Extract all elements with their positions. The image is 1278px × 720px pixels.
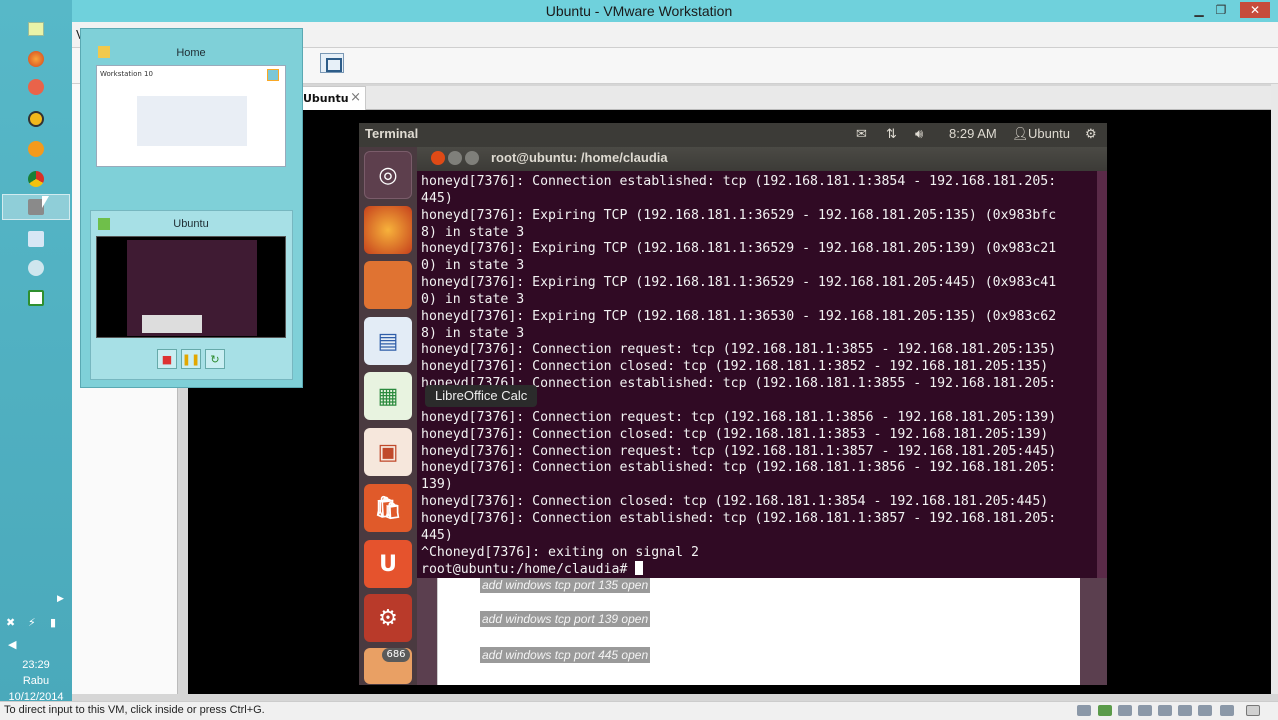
show-hidden-icons-icon[interactable]: ▶ — [57, 594, 64, 604]
panel-clock[interactable]: 8:29 AM — [949, 126, 997, 141]
terminal-maximize-icon[interactable] — [465, 151, 479, 165]
taskbar-app-8[interactable] — [2, 255, 70, 281]
firefox-icon[interactable] — [364, 206, 412, 254]
taskbar-firefox[interactable] — [2, 46, 70, 72]
app-icon — [28, 141, 44, 157]
start-icon[interactable] — [28, 22, 44, 36]
usb-icon[interactable] — [1158, 705, 1172, 716]
dash-home-icon[interactable]: ◎ — [364, 151, 412, 199]
thumb-doc — [142, 315, 202, 333]
chrome-icon — [28, 171, 44, 187]
terminal-log: honeyd[7376]: Connection established: tc… — [421, 174, 1057, 560]
tab-label: Ubuntu — [303, 92, 349, 105]
libreoffice-calc-icon[interactable]: ▦ — [364, 372, 412, 420]
taskbar-chrome[interactable] — [2, 166, 70, 192]
app-icon — [28, 111, 44, 127]
cdrom-icon[interactable] — [1098, 705, 1112, 716]
suspend-button[interactable]: ❚❚ — [181, 349, 201, 369]
clock-date: 10/12/2014 — [8, 691, 64, 703]
network-icon[interactable]: ⇅ — [886, 126, 897, 142]
volume-tray-icon[interactable]: ◀ — [8, 638, 20, 651]
power-tray-icon[interactable]: ⚡ — [28, 616, 40, 629]
system-settings-icon[interactable]: ⚙ — [364, 594, 412, 642]
tab-ubuntu[interactable]: Ubuntu × — [300, 86, 366, 110]
status-message: To direct input to this VM, click inside… — [4, 704, 265, 716]
document-icon — [28, 231, 44, 247]
taskbar-app-4[interactable] — [2, 136, 70, 162]
signal-tray-icon[interactable]: ▮ — [50, 616, 62, 629]
scrollbar[interactable] — [1271, 84, 1278, 694]
mouse-pointer-icon — [42, 196, 49, 208]
terminal-prompt: root@ubuntu:/home/claudia# — [421, 562, 636, 578]
terminal-cursor — [635, 561, 644, 576]
doc-line: add windows tcp port 135 open — [480, 577, 651, 593]
printer-icon[interactable] — [1198, 705, 1212, 716]
panel-user[interactable]: Ubuntu — [1028, 126, 1070, 141]
volume-icon[interactable]: 🔊︎ — [915, 126, 923, 142]
display-icon[interactable] — [1220, 705, 1234, 716]
power-off-button[interactable]: ■ — [157, 349, 177, 369]
taskbar-vmware[interactable] — [2, 194, 70, 220]
update-count-badge: 686 — [382, 648, 410, 662]
minimize-button[interactable]: ▁ — [1188, 2, 1210, 18]
thumb-home-preview[interactable]: Workstation 10 — [96, 65, 286, 167]
user-icon[interactable]: 👤︎ — [1012, 126, 1029, 142]
network-tray-icon[interactable]: ✖ — [6, 616, 18, 629]
active-app-title: Terminal — [365, 126, 419, 141]
terminal-title: root@ubuntu: /home/claudia — [491, 150, 668, 165]
doc-line: add windows tcp port 139 open — [480, 611, 651, 627]
taskbar-app-7[interactable] — [2, 226, 70, 252]
hdd-icon[interactable] — [1077, 705, 1091, 716]
tab-close-icon[interactable]: × — [350, 90, 361, 105]
tab-bar — [300, 86, 1278, 110]
terminal-close-icon[interactable] — [431, 151, 445, 165]
taskbar-app-9[interactable] — [2, 285, 70, 311]
taskbar-clock[interactable]: 23:29 Rabu 10/12/2014 — [0, 657, 72, 705]
maximize-button[interactable]: ❐ — [1210, 2, 1232, 18]
camtasia-icon — [28, 290, 44, 306]
network-icon[interactable] — [1138, 705, 1152, 716]
terminal-minimize-icon[interactable] — [448, 151, 462, 165]
sound-icon[interactable] — [1178, 705, 1192, 716]
vmware-logo-icon — [267, 69, 279, 81]
restart-button[interactable]: ↻ — [205, 349, 225, 369]
taskbar-app-3[interactable] — [2, 106, 70, 132]
software-center-icon[interactable]: 🛍︎ — [364, 484, 412, 532]
app-icon — [28, 79, 44, 95]
close-button[interactable]: ✕ — [1240, 2, 1270, 18]
doc-line: add windows tcp port 445 open — [480, 647, 651, 663]
full-screen-button[interactable] — [320, 53, 344, 73]
window-title: Ubuntu - VMware Workstation — [545, 3, 733, 19]
taskbar-app-2[interactable] — [2, 74, 70, 100]
files-icon[interactable] — [364, 261, 412, 309]
terminal-output: honeyd[7376]: Connection established: tc… — [421, 174, 1056, 579]
clock-time: 23:29 — [22, 659, 50, 671]
ubuntu-one-icon[interactable]: U — [364, 540, 412, 588]
terminal-scrollbar[interactable] — [1097, 171, 1107, 578]
libreoffice-impress-icon[interactable]: ▣ — [364, 428, 412, 476]
libreoffice-writer-icon[interactable]: ▤ — [364, 317, 412, 365]
launcher-tooltip: LibreOffice Calc — [425, 385, 538, 407]
gear-icon[interactable]: ⚙ — [1085, 126, 1097, 142]
thumb-ubuntu-preview[interactable] — [96, 236, 286, 338]
firefox-icon — [28, 51, 44, 67]
floppy-icon[interactable] — [1118, 705, 1132, 716]
app-icon — [28, 260, 44, 276]
clock-day: Rabu — [22, 675, 50, 687]
thumb-home-label: Workstation 10 — [100, 70, 153, 78]
thumb-home-content — [137, 96, 247, 146]
thumb-ubuntu-title: Ubuntu — [173, 218, 209, 230]
mail-icon[interactable]: ✉ — [856, 126, 867, 142]
message-log-icon[interactable] — [1246, 705, 1260, 716]
thumb-home-title: Home — [176, 47, 206, 59]
